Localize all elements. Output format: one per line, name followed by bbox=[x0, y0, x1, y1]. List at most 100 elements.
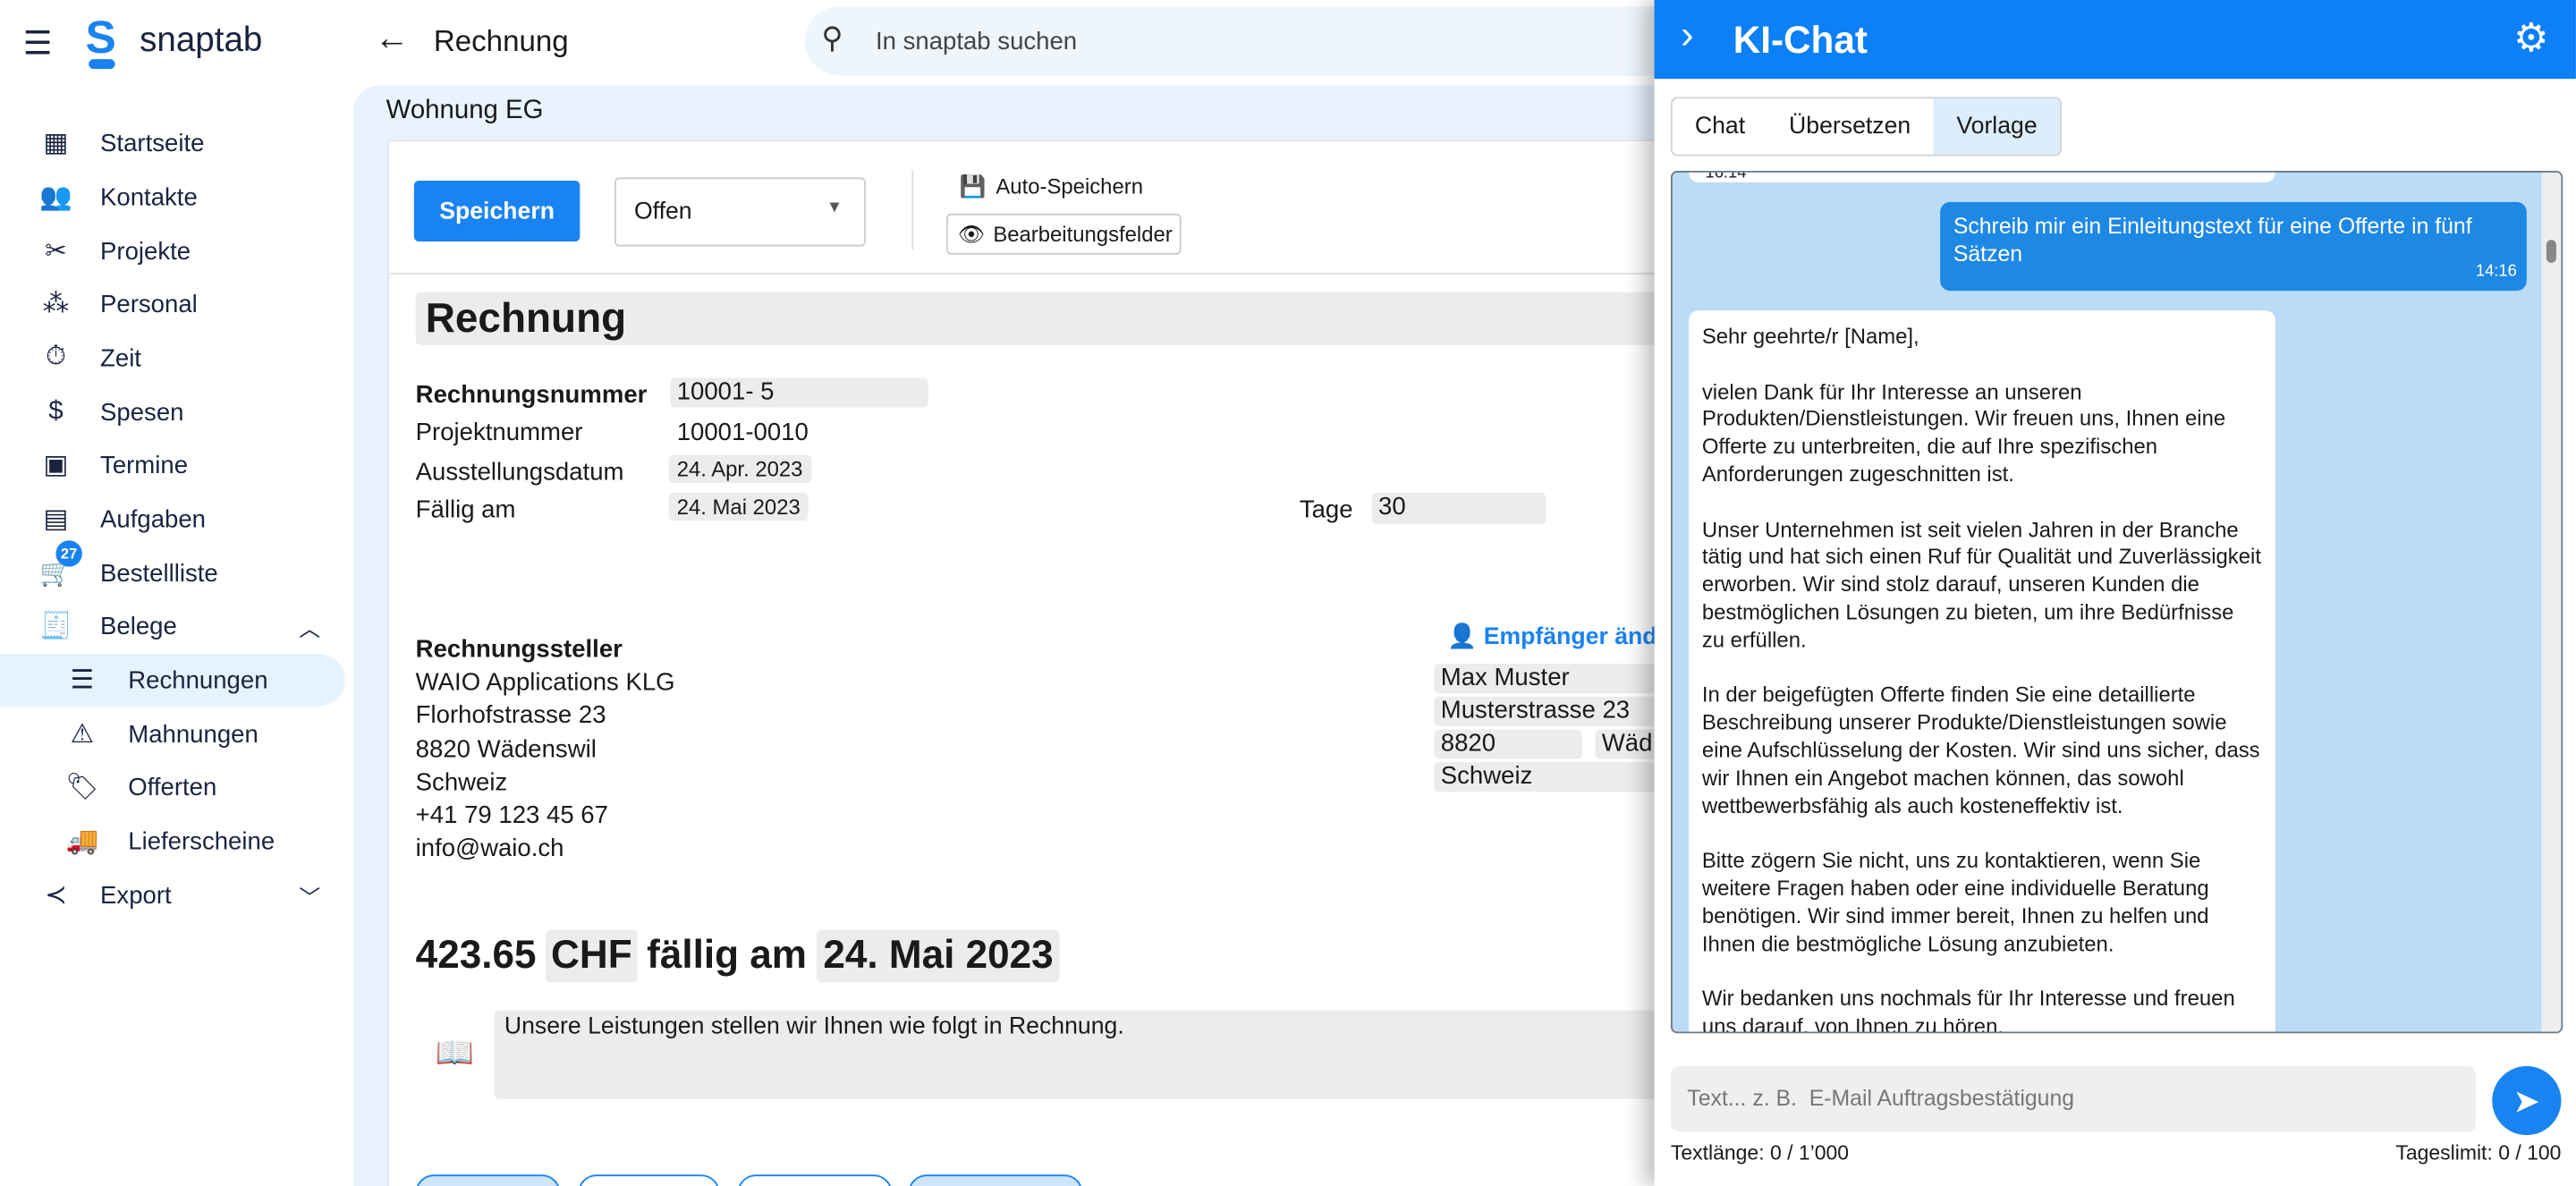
book-icon[interactable]: 📖 bbox=[436, 1033, 474, 1072]
recipient-zip-field[interactable]: 8820 bbox=[1434, 729, 1582, 759]
daily-limit: Tageslimit: 0 / 100 bbox=[2395, 1141, 2562, 1165]
sidebar-item-offerten[interactable]: 🏷 Offerten bbox=[0, 760, 345, 813]
text-length: Textlänge: 0 / 1’000 bbox=[1670, 1141, 1850, 1165]
gear-icon[interactable]: ⚙ bbox=[2513, 15, 2549, 63]
due-date-field[interactable]: 24. Mai 2023 bbox=[668, 493, 809, 521]
tab-uebersetzen[interactable]: Übersetzen bbox=[1766, 97, 1936, 157]
sidebar-item-startseite[interactable]: ▦ Startseite bbox=[0, 116, 345, 169]
issuer-heading: Rechnungssteller bbox=[415, 635, 623, 665]
recipient-country-field[interactable]: Schweiz bbox=[1434, 762, 1671, 792]
sidebar-item-termine[interactable]: ▣ Termine bbox=[0, 438, 345, 491]
pill-button[interactable] bbox=[578, 1174, 720, 1186]
sidebar-item-belege[interactable]: 🧾 Belege ︿ bbox=[0, 599, 345, 652]
send-button[interactable]: ➤ bbox=[2492, 1066, 2562, 1136]
field-label: Ausstellungsdatum bbox=[415, 458, 624, 487]
field-label: Fällig am bbox=[415, 496, 516, 524]
project-number: 10001-0010 bbox=[676, 419, 809, 447]
days-field[interactable]: 30 bbox=[1371, 493, 1546, 524]
field-label: Projektnummer bbox=[415, 419, 583, 447]
chat-header: › KI-Chat ⚙ bbox=[1654, 0, 2576, 80]
issue-date-field[interactable]: 24. Apr. 2023 bbox=[668, 454, 811, 483]
sidebar-item-kontakte[interactable]: 👥 Kontakte bbox=[0, 171, 345, 224]
days-label: Tage bbox=[1299, 496, 1353, 524]
divider bbox=[911, 171, 914, 250]
currency-field[interactable]: CHF bbox=[546, 929, 638, 983]
ai-chat-panel: › KI-Chat ⚙ Chat Übersetzen Vorlage 16:1… bbox=[1654, 0, 2576, 1186]
chat-title: KI-Chat bbox=[1733, 18, 1868, 61]
chevron-down-icon: ﹀ bbox=[299, 885, 321, 910]
field-label: Rechnungsnummer bbox=[415, 381, 648, 410]
recipient-name-field[interactable]: Max Muster bbox=[1434, 664, 1671, 694]
search-icon: ⚲ bbox=[821, 21, 843, 55]
dropdown-arrow-icon: ▼ bbox=[826, 199, 843, 217]
tools-icon: ✂ bbox=[45, 238, 67, 267]
calendar-icon: ▣ bbox=[43, 452, 69, 480]
edit-fields-button[interactable]: 👁 Bearbeitungsfelder bbox=[945, 213, 1182, 255]
person-search-icon: 👤 bbox=[1447, 623, 1484, 651]
share-icon: ≺ bbox=[45, 882, 67, 911]
ai-message: Sehr geehrte/r [Name], vielen Dank für Ih… bbox=[1689, 310, 2275, 1032]
page-title: Rechnung bbox=[433, 24, 569, 58]
sidebar: ☰ S snaptab ▦ Startseite 👥 Kontakte ✂ Proje… bbox=[0, 0, 353, 1186]
divider bbox=[389, 272, 1835, 275]
invoice-icon: ☰ bbox=[70, 666, 95, 695]
amount-value: 423.65 bbox=[415, 933, 537, 978]
recipient-street-field[interactable]: Musterstrasse 23 bbox=[1434, 696, 1671, 726]
tab-chat[interactable]: Chat bbox=[1670, 97, 1770, 157]
receipt-icon: 🧾 bbox=[39, 613, 72, 641]
pill-button[interactable] bbox=[415, 1174, 561, 1186]
cart-icon: 🛒 27 bbox=[39, 540, 82, 590]
sidebar-item-lieferscheine[interactable]: 🚚 Lieferscheine bbox=[0, 815, 345, 868]
scrollbar[interactable] bbox=[2541, 172, 2562, 1032]
issuer-address: WAIO Applications KLG Florhofstrasse 23 88… bbox=[415, 668, 675, 864]
menu-icon[interactable]: ☰ bbox=[23, 23, 53, 64]
sidebar-item-bestellliste[interactable]: 🛒 27 Bestellliste bbox=[0, 540, 345, 600]
user-message: Schreib mir ein Einleitungstext für eine… bbox=[1940, 201, 2527, 292]
truck-icon: 🚚 bbox=[65, 827, 99, 856]
scrollbar-thumb[interactable] bbox=[2546, 240, 2556, 263]
invoice-number-field[interactable]: 10001- 5 bbox=[670, 377, 928, 408]
timer-icon: ⏱ bbox=[45, 343, 66, 372]
sidebar-item-export[interactable]: ≺ Export ﹀ bbox=[0, 869, 345, 922]
send-icon: ➤ bbox=[2512, 1083, 2541, 1120]
tag-icon: 🏷 bbox=[65, 774, 99, 802]
chevron-right-icon[interactable]: › bbox=[1681, 13, 1694, 59]
previous-message: 16:14 bbox=[1689, 172, 2275, 182]
invoice-card: Speichern Offen ▼ 💾 Auto-Speichern 👁 Bearb… bbox=[387, 140, 1837, 1186]
cart-count-badge: 27 bbox=[55, 540, 82, 567]
sidebar-item-aufgaben[interactable]: ▤ Aufgaben bbox=[0, 493, 345, 546]
contacts-icon: 👥 bbox=[39, 183, 72, 212]
change-recipient-link[interactable]: 👤 Empfänger änd bbox=[1447, 623, 1657, 650]
back-arrow-icon[interactable]: ← bbox=[375, 20, 410, 59]
app-name: snaptab bbox=[140, 21, 263, 60]
sidebar-item-rechnungen[interactable]: ☰ Rechnungen bbox=[0, 654, 345, 707]
eye-icon: 👁 bbox=[957, 221, 986, 246]
tab-vorlage[interactable]: Vorlage bbox=[1933, 97, 2063, 157]
chat-messages[interactable]: 16:14 Schreib mir ein Einleitungstext fü… bbox=[1670, 171, 2563, 1034]
chevron-up-icon: ︿ bbox=[299, 614, 321, 640]
amount-line: 423.65 CHF fällig am 24. Mai 2023 bbox=[415, 929, 1061, 983]
document-title[interactable]: Rechnung bbox=[415, 292, 1665, 345]
sidebar-item-personal[interactable]: ⁂ Personal bbox=[0, 277, 345, 330]
sidebar-item-spesen[interactable]: $ Spesen bbox=[0, 386, 345, 439]
sidebar-item-projekte[interactable]: ✂ Projekte bbox=[0, 225, 345, 278]
warning-icon: ⚠ bbox=[70, 721, 95, 750]
due-date-display[interactable]: 24. Mai 2023 bbox=[817, 929, 1061, 983]
status-select[interactable]: Offen ▼ bbox=[614, 177, 866, 247]
sidebar-item-zeit[interactable]: ⏱ Zeit bbox=[0, 332, 345, 385]
sidebar-item-mahnungen[interactable]: ⚠ Mahnungen bbox=[0, 708, 345, 761]
team-icon: ⁂ bbox=[42, 291, 70, 319]
autosave-toggle[interactable]: 💾 Auto-Speichern bbox=[960, 174, 1143, 200]
intro-text-field[interactable]: Unsere Leistungen stellen wir Ihnen wie … bbox=[494, 1010, 1678, 1099]
save-disk-icon: 💾 bbox=[959, 174, 987, 199]
pill-button[interactable] bbox=[737, 1174, 893, 1186]
snaptab-logo: S bbox=[86, 14, 122, 70]
project-name: Wohnung EG bbox=[386, 97, 544, 125]
pill-button[interactable] bbox=[908, 1174, 1083, 1186]
chat-input[interactable]: Text... z. B. E-Mail Auftragsbestätigung bbox=[1670, 1066, 2476, 1132]
save-button[interactable]: Speichern bbox=[413, 181, 580, 241]
task-icon: ▤ bbox=[43, 505, 69, 534]
dashboard-icon: ▦ bbox=[43, 130, 69, 158]
message-time: 14:16 bbox=[2475, 262, 2517, 282]
receipt-dollar-icon: $ bbox=[48, 397, 64, 426]
